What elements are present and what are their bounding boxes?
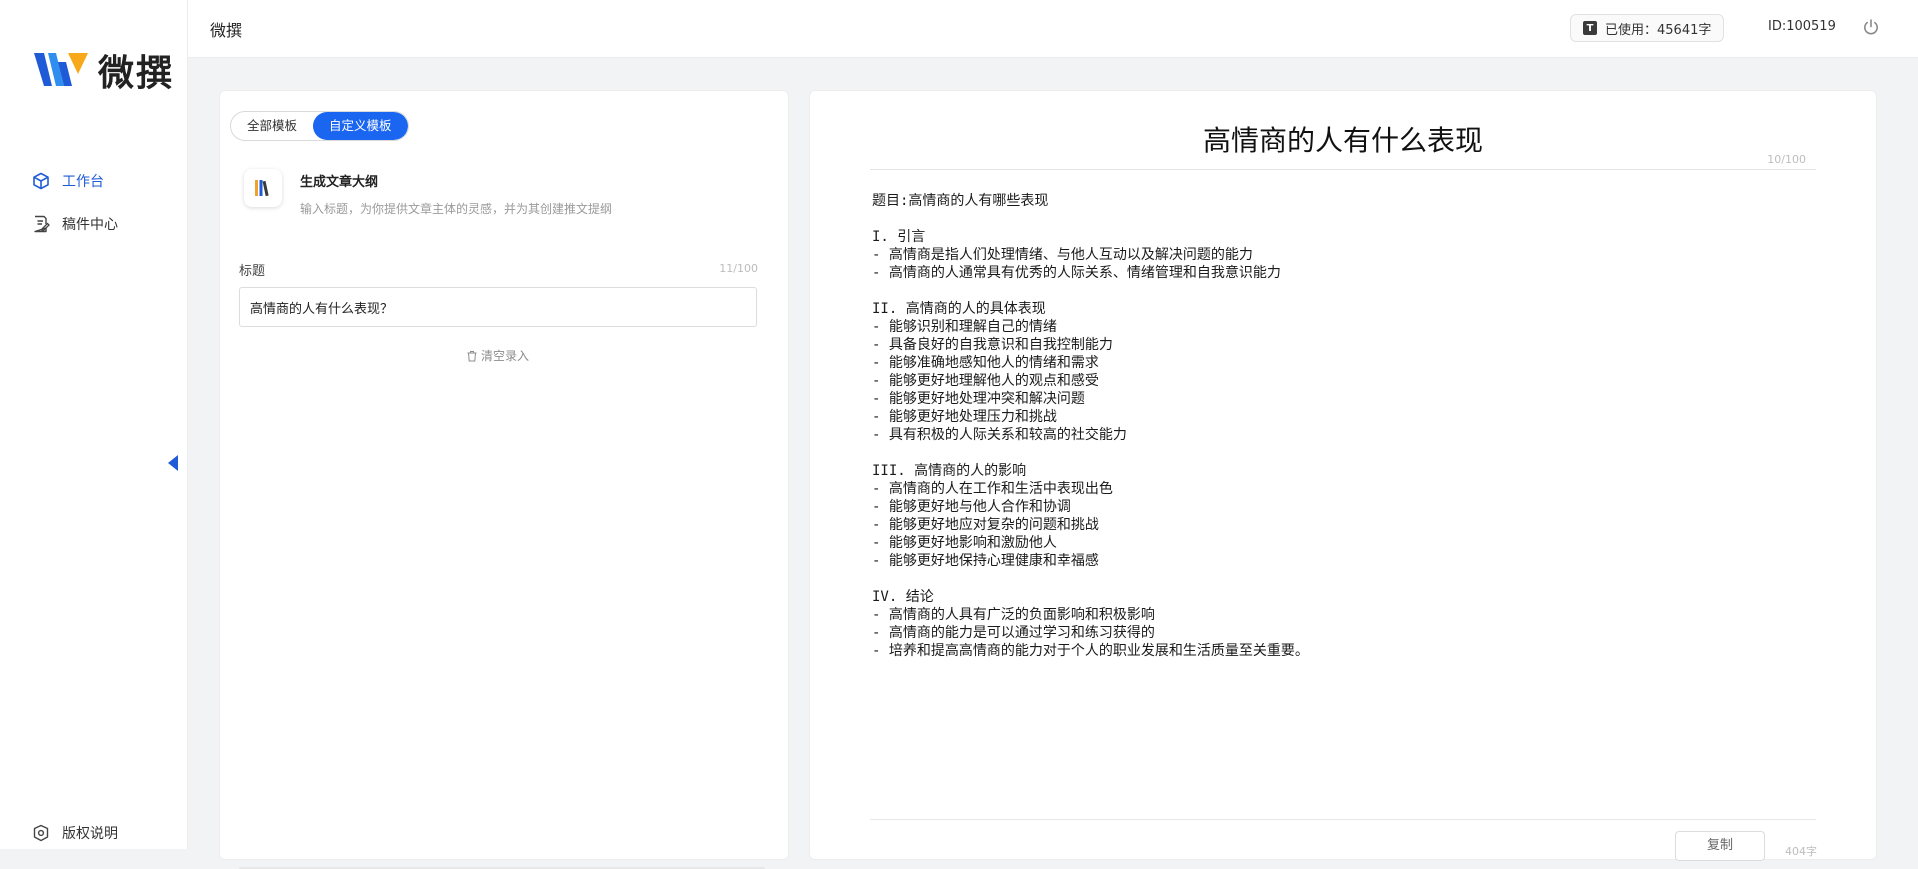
document-line: - 能够准确地感知他人的情绪和需求 — [872, 355, 1099, 371]
document-panel: 高情商的人有什么表现 10/100 题目:高情商的人有哪些表现 I. 引言 - 高情… — [809, 90, 1877, 861]
document-line: I. 引言 — [872, 229, 926, 245]
document-line: - 能够更好地处理冲突和解决问题 — [872, 391, 1085, 407]
sidebar-item-copyright[interactable]: 版权说明 — [32, 823, 118, 843]
document-line: - 高情商的人具有广泛的负面影响和积极影响 — [872, 607, 1155, 623]
cube-icon — [33, 172, 49, 190]
brand-name: 微撰 — [98, 53, 175, 94]
document-line: - 培养和提高高情商的能力对于个人的职业发展和生活质量至关重要。 — [872, 643, 1309, 659]
books-icon — [244, 169, 282, 207]
document-line: - 具备良好的自我意识和自我控制能力 — [872, 337, 1113, 353]
document-line: III. 高情商的人的影响 — [872, 463, 1027, 479]
tab-custom-templates[interactable]: 自定义模板 — [313, 112, 408, 140]
document-line: - 能够更好地理解他人的观点和感受 — [872, 373, 1099, 389]
document-line: - 具有积极的人际关系和较高的社交能力 — [872, 427, 1127, 443]
sidebar-item-label: 稿件中心 — [62, 217, 118, 233]
document-line: - 高情商是指人们处理情绪、与他人互动以及解决问题的能力 — [872, 247, 1253, 263]
brand-logo-icon — [34, 53, 88, 86]
document-line: IV. 结论 — [872, 589, 934, 605]
shield-icon — [33, 824, 49, 842]
title-char-count: 10/100 — [1767, 153, 1806, 166]
trash-icon — [467, 350, 477, 361]
template-description: 输入标题，为你提供文章主体的灵感，并为其创建推文提纲 — [300, 202, 613, 216]
document-line: - 能够更好地与他人合作和协调 — [872, 499, 1071, 515]
page-title: 微撰 — [210, 21, 243, 40]
template-card[interactable]: 生成文章大纲 输入标题，为你提供文章主体的灵感，并为其创建推文提纲 — [244, 169, 612, 217]
document-line: - 能够更好地保持心理健康和幸福感 — [872, 553, 1099, 569]
document-line: - 能够更好地影响和激励他人 — [872, 535, 1057, 551]
copy-button[interactable]: 复制 — [1675, 831, 1765, 861]
usage-badge: T 已使用：45641字 — [1570, 14, 1725, 42]
clear-input-label: 清空录入 — [481, 349, 530, 363]
title-field-label: 标题 — [239, 264, 266, 279]
sidebar: 微撰 工作台 稿件中心 版权说明 — [0, 0, 188, 849]
power-icon — [1864, 19, 1878, 35]
template-name: 生成文章大纲 — [300, 175, 379, 190]
document-line: II. 高情商的人的具体表现 — [872, 301, 1046, 317]
title-underline — [870, 169, 1816, 170]
clear-input-button[interactable]: 清空录入 — [466, 347, 529, 364]
document-line: 题目:高情商的人有哪些表现 — [872, 193, 1049, 209]
document-line: - 能够识别和理解自己的情绪 — [872, 319, 1057, 335]
title-input[interactable] — [239, 287, 757, 327]
collapse-sidebar-button[interactable] — [158, 446, 188, 480]
caret-left-icon — [168, 455, 178, 471]
top-header: 微撰 T 已使用：45641字 ID:100519 — [188, 0, 1918, 58]
user-id: ID:100519 — [1768, 19, 1836, 34]
template-tabs: 全部模板 自定义模板 — [230, 111, 409, 141]
sidebar-item-label: 工作台 — [62, 174, 104, 190]
usage-text: 已使用：45641字 — [1605, 22, 1712, 38]
sidebar-item-label: 版权说明 — [62, 826, 118, 842]
document-line: - 能够更好地处理压力和挑战 — [872, 409, 1057, 425]
document-line: - 高情商的人在工作和生活中表现出色 — [872, 481, 1113, 497]
sidebar-item-workbench[interactable]: 工作台 — [32, 171, 104, 191]
word-count: 404字 — [1785, 845, 1817, 858]
document-line: - 高情商的人通常具有优秀的人际关系、情绪管理和自我意识能力 — [872, 265, 1281, 281]
document-edit-icon — [34, 215, 50, 233]
title-char-count: 11/100 — [719, 262, 758, 275]
document-title[interactable]: 高情商的人有什么表现 — [870, 119, 1816, 159]
document-line: - 高情商的能力是可以通过学习和练习获得的 — [872, 625, 1155, 641]
divider — [870, 819, 1816, 820]
brand-logo[interactable]: 微撰 — [34, 44, 174, 96]
document-line: - 能够更好地应对复杂的问题和挑战 — [872, 517, 1099, 533]
template-panel: 全部模板 自定义模板 生成文章大纲 输入标题，为你提供文章主体的灵感，并为其创建… — [219, 90, 789, 869]
tab-all-templates[interactable]: 全部模板 — [231, 112, 313, 140]
text-icon: T — [1583, 21, 1597, 35]
logout-button[interactable] — [1862, 18, 1880, 40]
sidebar-item-manuscripts[interactable]: 稿件中心 — [32, 214, 118, 234]
document-body[interactable]: 题目:高情商的人有哪些表现 I. 引言 - 高情商是指人们处理情绪、与他人互动以及解… — [872, 192, 1812, 660]
